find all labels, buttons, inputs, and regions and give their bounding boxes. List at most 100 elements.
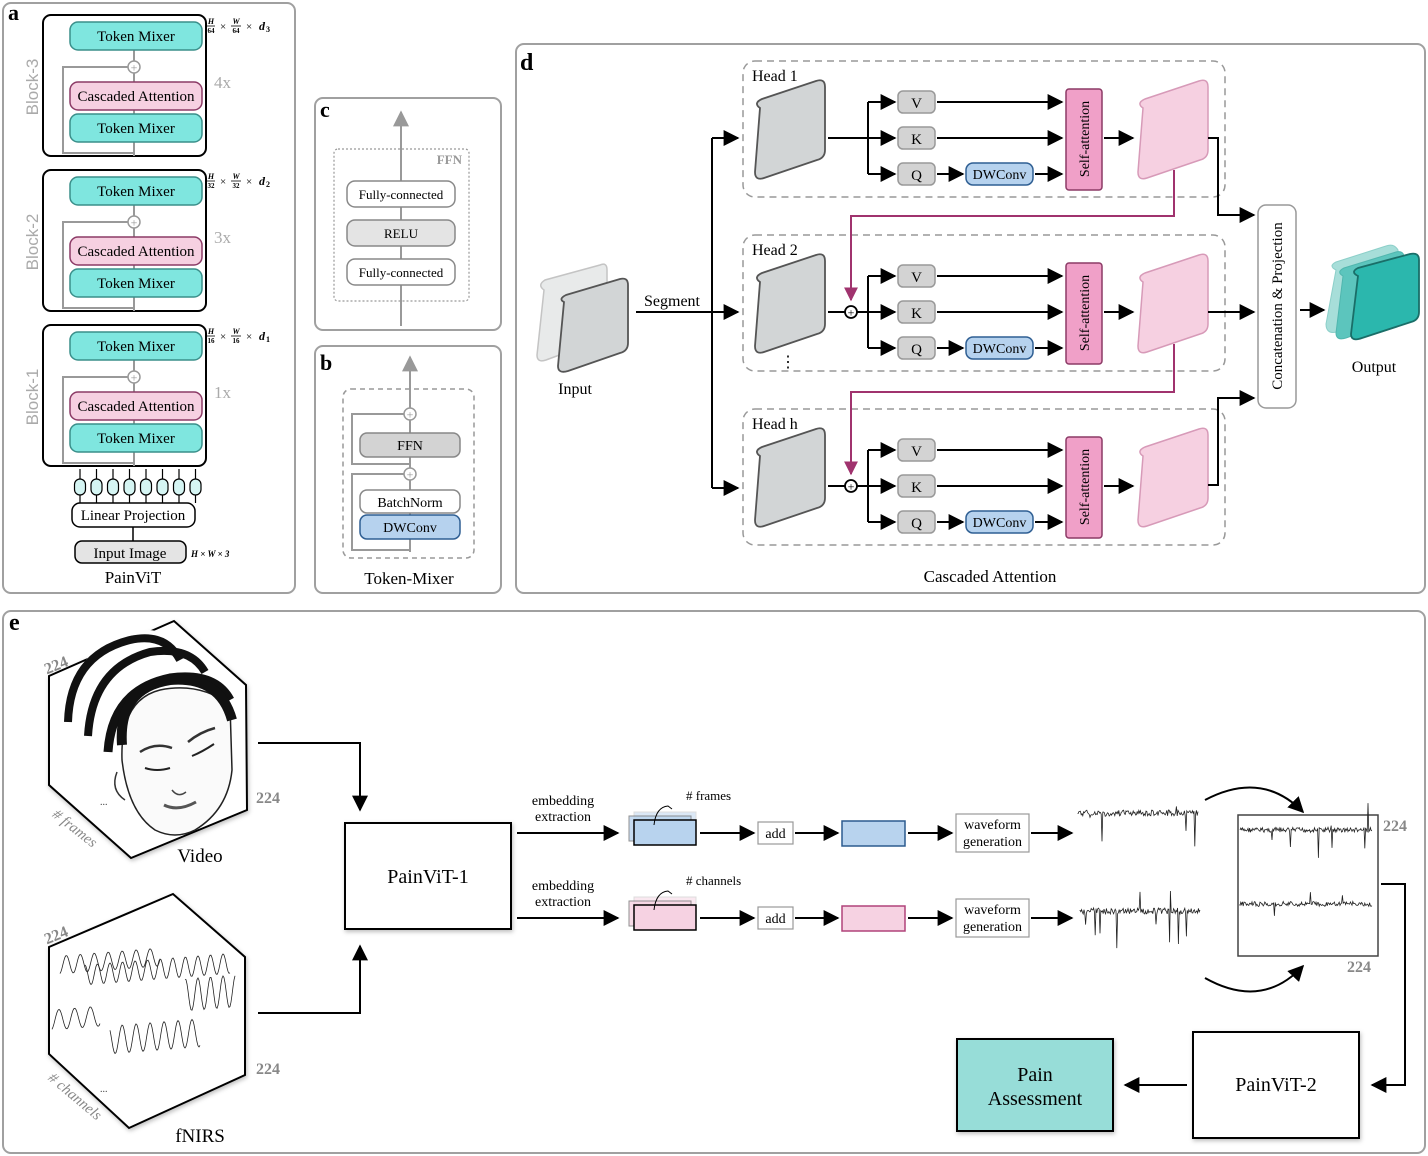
svg-text:×: × <box>246 176 252 188</box>
panel-letter: e <box>9 610 20 636</box>
token-icon <box>106 478 120 496</box>
embedding-label: extraction <box>535 810 591 825</box>
add-label: add <box>765 827 785 842</box>
dwconv-label: DWConv <box>973 516 1027 531</box>
q-label: Q <box>911 168 922 184</box>
block-name: Block-1 <box>23 369 42 426</box>
figure: a + Token Mixer Cascaded Attention Token Mi… <box>2 0 1426 1154</box>
k-label: K <box>911 132 922 148</box>
fc-top-label: Fully-connected <box>359 187 444 202</box>
head-label: Head 1 <box>752 68 798 85</box>
v-label: V <box>911 270 922 286</box>
cascaded-attention-label: Cascaded Attention <box>77 244 195 260</box>
embedding-stack <box>633 904 697 931</box>
embedding-label: embedding <box>532 794 594 809</box>
block-name: Block-2 <box>23 214 42 271</box>
svg-text:3: 3 <box>266 25 270 34</box>
stack-label: # channels <box>686 873 741 888</box>
svg-text:+: + <box>848 480 855 494</box>
heads-ellipsis: ⋮ <box>780 354 796 371</box>
panel-c: c FFN Fully-connected RELU Fully-connect… <box>314 97 502 331</box>
v-label: V <box>911 444 922 460</box>
svg-text:16: 16 <box>208 337 216 345</box>
panel-c-frame <box>314 97 502 331</box>
svg-text:+: + <box>407 408 414 422</box>
panel-a: a + Token Mixer Cascaded Attention Token Mi… <box>2 0 296 594</box>
svg-text:2: 2 <box>266 180 270 189</box>
svg-text:×: × <box>220 331 226 343</box>
fnirs-label: fNIRS <box>175 1126 225 1147</box>
panel-b-caption: Token-Mixer <box>364 569 454 588</box>
head-label: Head 2 <box>752 242 798 259</box>
waveform-generation-label: generation <box>963 835 1022 850</box>
svg-text:H: H <box>207 17 215 26</box>
combined-waveform-image <box>1237 814 1379 957</box>
token-mixer-label: Token Mixer <box>97 276 175 292</box>
fused-embedding <box>841 905 906 932</box>
block-repeat: 3x <box>214 228 232 247</box>
svg-text:H: H <box>207 172 215 181</box>
painvit-2-label: PainViT-2 <box>1235 1074 1316 1096</box>
panel-d-caption: Cascaded Attention <box>924 567 1057 586</box>
concat-projection-label: Concatenation & Projection <box>1270 222 1286 390</box>
waveform-generation-label: generation <box>963 920 1022 935</box>
pain-assessment-label-line2: Assessment <box>988 1088 1083 1110</box>
block-repeat: 4x <box>214 73 232 92</box>
cascaded-attention-label: Cascaded Attention <box>77 89 195 105</box>
svg-text:+: + <box>131 371 138 385</box>
block-name: Block-3 <box>23 59 42 116</box>
svg-text:d: d <box>259 174 266 188</box>
stack-label: # frames <box>686 788 731 803</box>
embedding-label: embedding <box>532 879 594 894</box>
batchnorm-label: BatchNorm <box>377 496 442 511</box>
head-label: Head h <box>752 416 798 433</box>
fnirs-ellipsis: ... <box>100 1084 108 1095</box>
svg-text:d: d <box>259 19 266 33</box>
panel-d: d Input Segment Head 1 V K Q DWConv Self-atte… <box>515 43 1426 594</box>
token-icon <box>90 478 103 496</box>
video-dim-side: 224 <box>256 790 280 807</box>
token-icon <box>156 478 169 496</box>
self-attention-label: Self-attention <box>1078 449 1093 525</box>
combined-dim-bottom: 224 <box>1347 959 1371 976</box>
svg-text:H: H <box>207 327 215 336</box>
svg-text:32: 32 <box>208 182 216 190</box>
svg-text:+: + <box>407 468 414 482</box>
token-icon <box>123 478 136 496</box>
svg-text:64: 64 <box>208 27 216 35</box>
panel-letter: c <box>320 97 330 122</box>
token-mixer-label: Token Mixer <box>97 431 175 447</box>
svg-text:W: W <box>232 17 240 26</box>
waveform-generation-label: waveform <box>964 818 1021 833</box>
fnirs-dim-side: 224 <box>256 1061 280 1078</box>
svg-text:×: × <box>220 176 226 188</box>
svg-text:W: W <box>232 327 240 336</box>
dwconv-label: DWConv <box>383 521 437 536</box>
svg-text:×: × <box>246 21 252 33</box>
self-attention-label: Self-attention <box>1078 101 1093 177</box>
embedding-label: extraction <box>535 895 591 910</box>
v-label: V <box>911 96 922 112</box>
svg-text:+: + <box>131 61 138 75</box>
output-label: Output <box>1352 359 1397 376</box>
linear-projection-label: Linear Projection <box>81 508 186 524</box>
fused-embedding <box>841 820 906 847</box>
svg-text:64: 64 <box>233 27 241 35</box>
svg-text:32: 32 <box>233 182 241 190</box>
token-icon <box>189 478 202 496</box>
self-attention-label: Self-attention <box>1078 275 1093 351</box>
token-mixer-label: Token Mixer <box>97 121 175 137</box>
video-label: Video <box>177 846 222 867</box>
cascaded-attention-label: Cascaded Attention <box>77 399 195 415</box>
input-tensor <box>536 263 629 373</box>
svg-text:×: × <box>220 21 226 33</box>
token-icon <box>172 478 186 496</box>
input-label: Input <box>558 381 592 398</box>
ffn-group-label: FFN <box>437 152 463 167</box>
svg-text:W: W <box>232 172 240 181</box>
panel-a-caption: PainViT <box>105 568 162 587</box>
fc-bottom-label: Fully-connected <box>359 265 444 280</box>
panel-letter: b <box>320 350 332 375</box>
relu-label: RELU <box>384 226 419 241</box>
svg-text:+: + <box>848 306 855 320</box>
